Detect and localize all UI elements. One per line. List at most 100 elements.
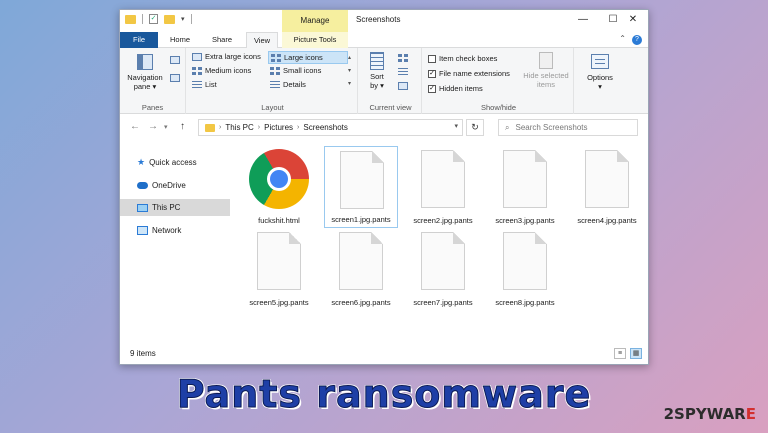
details-pane-icon[interactable]: [170, 74, 180, 82]
small-icons-option[interactable]: Small icons: [270, 66, 321, 75]
close-button[interactable]: ✕: [618, 10, 648, 30]
help-icon[interactable]: ?: [632, 35, 642, 45]
file-name: screen6.jpg.pants: [331, 298, 391, 307]
file-item[interactable]: screen6.jpg.pants: [324, 228, 398, 310]
details-view-icon[interactable]: ≡: [614, 348, 626, 359]
item-check-boxes-option[interactable]: Item check boxes: [428, 54, 497, 63]
hide-selected-items-button[interactable]: Hide selected items: [520, 52, 572, 89]
preview-pane-icon[interactable]: [170, 56, 180, 64]
properties-icon[interactable]: ✓: [149, 14, 158, 24]
blank-file-icon: [340, 151, 384, 209]
layout-group-label: Layout: [261, 103, 284, 112]
small-icons-label: Small icons: [283, 66, 322, 75]
sidebar-item-label: This PC: [152, 203, 181, 212]
ribbon: Navigation pane ▾ Panes Extra large icon…: [120, 48, 648, 114]
large-icons-option[interactable]: Large icons: [268, 51, 348, 64]
new-folder-icon[interactable]: [164, 14, 175, 24]
options-label-line2: ▾: [598, 82, 602, 91]
extra-large-icons-label: Extra large icons: [205, 52, 261, 61]
manage-context-tab[interactable]: Manage: [282, 10, 348, 32]
item-check-boxes-checkbox[interactable]: [428, 54, 436, 63]
medium-icons-label: Medium icons: [205, 66, 252, 75]
status-bar: 9 items ≡ ▦: [120, 344, 648, 364]
large-icons-view-icon[interactable]: ▦: [630, 348, 642, 359]
caption-title: Pants ransomware: [176, 372, 592, 417]
back-arrow-icon[interactable]: ←: [130, 121, 140, 132]
watermark-brand: SPYWAR: [674, 405, 746, 423]
address-bar[interactable]: › This PC › Pictures › Screenshots ▾: [198, 119, 463, 136]
navigation-pane-button[interactable]: Navigation pane ▾: [124, 54, 166, 91]
sidebar-item-quick-access[interactable]: ★ Quick access: [120, 154, 230, 171]
blank-file-icon: [585, 150, 629, 208]
tab-picture-tools[interactable]: Picture Tools: [282, 32, 348, 48]
up-arrow-icon[interactable]: ↑: [180, 121, 185, 132]
file-name-extensions-checkbox[interactable]: ✓: [428, 69, 436, 78]
file-item[interactable]: fuckshit.html: [242, 146, 316, 228]
chevron-right-icon[interactable]: ›: [258, 124, 260, 131]
tab-view[interactable]: View: [246, 32, 278, 49]
tab-file[interactable]: File: [120, 32, 158, 48]
large-icons-icon: [271, 53, 281, 62]
details-option[interactable]: Details: [270, 80, 306, 89]
folder-icon: [205, 123, 215, 132]
breadcrumb-pictures[interactable]: Pictures: [264, 123, 293, 132]
file-item[interactable]: screen4.jpg.pants: [570, 146, 644, 228]
options-button[interactable]: Options ▾: [580, 54, 620, 91]
sidebar-item-label: Quick access: [149, 158, 197, 167]
file-name-extensions-option[interactable]: ✓ File name extensions: [428, 69, 510, 78]
sort-by-button[interactable]: Sort by ▾: [364, 52, 390, 90]
file-name: fuckshit.html: [258, 216, 300, 225]
add-columns-icon[interactable]: [398, 68, 408, 76]
refresh-button[interactable]: ↻: [466, 119, 484, 136]
sidebar-item-this-pc[interactable]: This PC: [120, 199, 230, 216]
hide-selected-label: Hide selected: [523, 71, 569, 80]
sidebar-item-onedrive[interactable]: OneDrive: [120, 177, 230, 194]
file-item[interactable]: screen5.jpg.pants: [242, 228, 316, 310]
tab-home[interactable]: Home: [164, 32, 196, 48]
sidebar-item-network[interactable]: Network: [120, 222, 230, 239]
options-icon: [591, 54, 609, 69]
hide-selected-icon: [539, 52, 553, 69]
address-row: ← → ▾ ↑ › This PC › Pictures › Screensho…: [120, 115, 648, 139]
size-columns-icon[interactable]: [398, 82, 408, 90]
file-name: screen1.jpg.pants: [331, 215, 391, 224]
file-item[interactable]: screen3.jpg.pants: [488, 146, 562, 228]
file-item[interactable]: screen1.jpg.pants: [324, 146, 398, 228]
explorer-window: ✓ ▾ Manage Screenshots — ☐ ✕ File Home S…: [119, 9, 649, 365]
file-item[interactable]: screen2.jpg.pants: [406, 146, 480, 228]
extra-large-icons-option[interactable]: Extra large icons: [192, 52, 261, 61]
tab-share[interactable]: Share: [204, 32, 240, 48]
minimize-button[interactable]: —: [568, 10, 598, 30]
extra-large-icons-icon: [192, 52, 202, 61]
show-hide-group-label: Show/hide: [480, 103, 517, 112]
show-hide-group: Item check boxes ✓ File name extensions ✓…: [424, 48, 574, 114]
recent-locations-icon[interactable]: ▾: [164, 123, 168, 131]
chevron-right-icon[interactable]: ›: [219, 124, 221, 131]
file-name-extensions-label: File name extensions: [439, 69, 510, 78]
file-item[interactable]: screen8.jpg.pants: [488, 228, 562, 310]
customize-toolbar-icon[interactable]: ▾: [181, 15, 185, 23]
title-bar: ✓ ▾ Manage Screenshots — ☐ ✕: [120, 10, 648, 32]
address-dropdown-icon[interactable]: ▾: [454, 122, 458, 130]
breadcrumb-this-pc[interactable]: This PC: [225, 123, 253, 132]
hidden-items-checkbox[interactable]: ✓: [428, 84, 436, 93]
forward-arrow-icon[interactable]: →: [148, 121, 158, 132]
chevron-right-icon[interactable]: ›: [297, 124, 299, 131]
list-option[interactable]: List: [192, 80, 217, 89]
medium-icons-icon: [192, 66, 202, 75]
options-group: Options ▾: [576, 48, 624, 114]
file-item[interactable]: screen7.jpg.pants: [406, 228, 480, 310]
collapse-ribbon-icon[interactable]: ⌃: [619, 34, 626, 43]
navigation-pane-label: Navigation: [127, 73, 163, 82]
hidden-items-option[interactable]: ✓ Hidden items: [428, 84, 483, 93]
group-by-icon[interactable]: [398, 54, 408, 62]
folder-icon[interactable]: [125, 14, 136, 24]
item-check-boxes-label: Item check boxes: [439, 54, 498, 63]
layout-scroll-icon[interactable]: ▴ ▾ ▾: [348, 52, 351, 91]
sort-by-label: Sort: [370, 72, 384, 81]
medium-icons-option[interactable]: Medium icons: [192, 66, 251, 75]
layout-group: Extra large icons Large icons Medium ico…: [188, 48, 358, 114]
cloud-icon: [137, 182, 148, 189]
search-input[interactable]: ⌕ Search Screenshots: [498, 119, 638, 136]
breadcrumb-screenshots[interactable]: Screenshots: [303, 123, 347, 132]
